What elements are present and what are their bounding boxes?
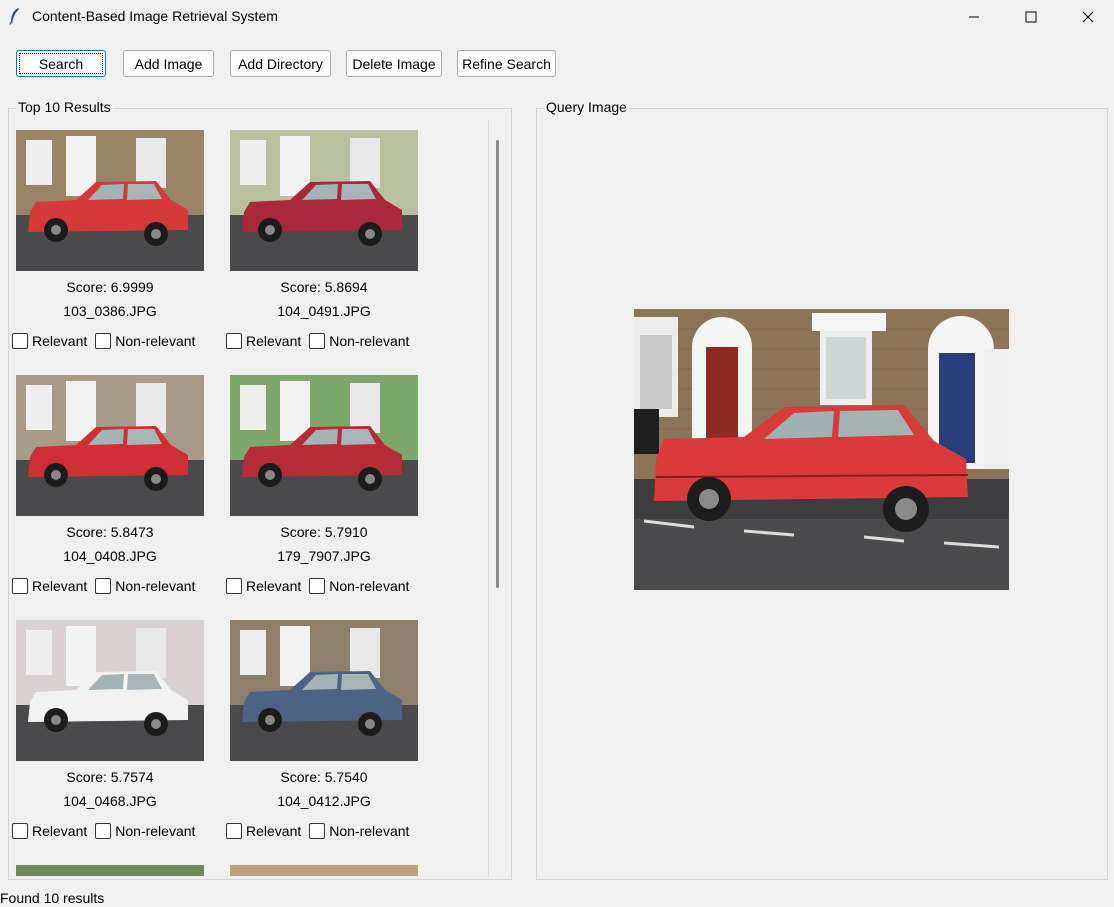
non-relevant-checkbox[interactable] — [95, 333, 112, 349]
maximize-button[interactable] — [1003, 0, 1059, 33]
result-thumbnail[interactable] — [16, 375, 204, 516]
add-image-button[interactable]: Add Image — [123, 50, 214, 77]
minimize-button[interactable] — [946, 0, 1002, 33]
scrollbar-thumb[interactable] — [496, 140, 499, 588]
result-item: Score: 5.7910 179_7907.JPG Relevant Non-… — [223, 375, 437, 620]
non-relevant-checkbox[interactable] — [95, 578, 112, 594]
delete-image-button[interactable]: Delete Image — [346, 50, 442, 77]
close-icon — [1082, 11, 1094, 22]
result-item: Score: 5.8473 104_0408.JPG Relevant Non-… — [9, 375, 223, 620]
non-relevant-label: Non-relevant — [115, 823, 196, 839]
relevant-label: Relevant — [246, 333, 302, 349]
non-relevant-checkbox[interactable] — [309, 823, 326, 839]
query-frame-title: Query Image — [544, 99, 629, 115]
result-thumbnail-partial[interactable] — [16, 865, 204, 876]
window-title: Content-Based Image Retrieval System — [32, 8, 278, 24]
result-score: Score: 6.9999 — [66, 279, 154, 295]
relevant-label: Relevant — [246, 823, 302, 839]
result-score: Score: 5.7540 — [280, 769, 368, 785]
refine-search-button[interactable]: Refine Search — [457, 50, 556, 77]
result-filename: 104_0468.JPG — [63, 793, 157, 809]
relevant-checkbox[interactable] — [226, 333, 242, 349]
result-item: Score: 5.7540 104_0412.JPG Relevant Non-… — [223, 620, 437, 865]
non-relevant-checkbox[interactable] — [309, 578, 326, 594]
result-filename: 103_0386.JPG — [63, 303, 157, 319]
result-score: Score: 5.7910 — [280, 524, 368, 540]
result-score: Score: 5.7574 — [66, 769, 154, 785]
maximize-icon — [1025, 11, 1037, 22]
non-relevant-checkbox[interactable] — [309, 333, 326, 349]
non-relevant-label: Non-relevant — [115, 578, 196, 594]
query-image — [634, 309, 1009, 590]
results-frame-title: Top 10 Results — [16, 99, 113, 115]
result-thumbnail[interactable] — [16, 130, 204, 271]
result-score: Score: 5.8473 — [66, 524, 154, 540]
feather-icon — [9, 8, 19, 25]
non-relevant-label: Non-relevant — [329, 333, 410, 349]
relevant-checkbox[interactable] — [12, 333, 28, 349]
result-thumbnail[interactable] — [230, 375, 418, 516]
close-button[interactable] — [1060, 0, 1114, 33]
result-item: Score: 5.7574 104_0468.JPG Relevant Non-… — [9, 620, 223, 865]
non-relevant-label: Non-relevant — [329, 578, 410, 594]
title-bar: Content-Based Image Retrieval System — [0, 0, 1114, 33]
minimize-icon — [969, 16, 979, 17]
search-button[interactable]: Search — [16, 50, 106, 77]
result-item: Score: 5.8694 104_0491.JPG Relevant Non-… — [223, 130, 437, 375]
results-scroll-area[interactable]: Score: 6.9999 103_0386.JPG Relevant Non-… — [9, 120, 489, 876]
result-score: Score: 5.8694 — [280, 279, 368, 295]
add-directory-button[interactable]: Add Directory — [230, 50, 331, 77]
relevant-label: Relevant — [32, 823, 88, 839]
result-filename: 179_7907.JPG — [277, 548, 371, 564]
result-filename: 104_0491.JPG — [277, 303, 371, 319]
relevant-checkbox[interactable] — [12, 823, 28, 839]
result-filename: 104_0408.JPG — [63, 548, 157, 564]
relevant-label: Relevant — [32, 333, 88, 349]
non-relevant-label: Non-relevant — [115, 333, 196, 349]
relevant-checkbox[interactable] — [12, 578, 28, 594]
relevant-checkbox[interactable] — [226, 578, 242, 594]
result-item: Score: 6.9999 103_0386.JPG Relevant Non-… — [9, 130, 223, 375]
non-relevant-label: Non-relevant — [329, 823, 410, 839]
relevant-checkbox[interactable] — [226, 823, 242, 839]
result-thumbnail-partial[interactable] — [230, 865, 418, 876]
scrollbar-track[interactable] — [488, 120, 489, 876]
relevant-label: Relevant — [246, 578, 302, 594]
result-thumbnail[interactable] — [230, 620, 418, 761]
non-relevant-checkbox[interactable] — [95, 823, 112, 839]
relevant-label: Relevant — [32, 578, 88, 594]
result-thumbnail[interactable] — [16, 620, 204, 761]
result-thumbnail[interactable] — [230, 130, 418, 271]
status-text: Found 10 results — [0, 890, 105, 906]
result-filename: 104_0412.JPG — [277, 793, 371, 809]
